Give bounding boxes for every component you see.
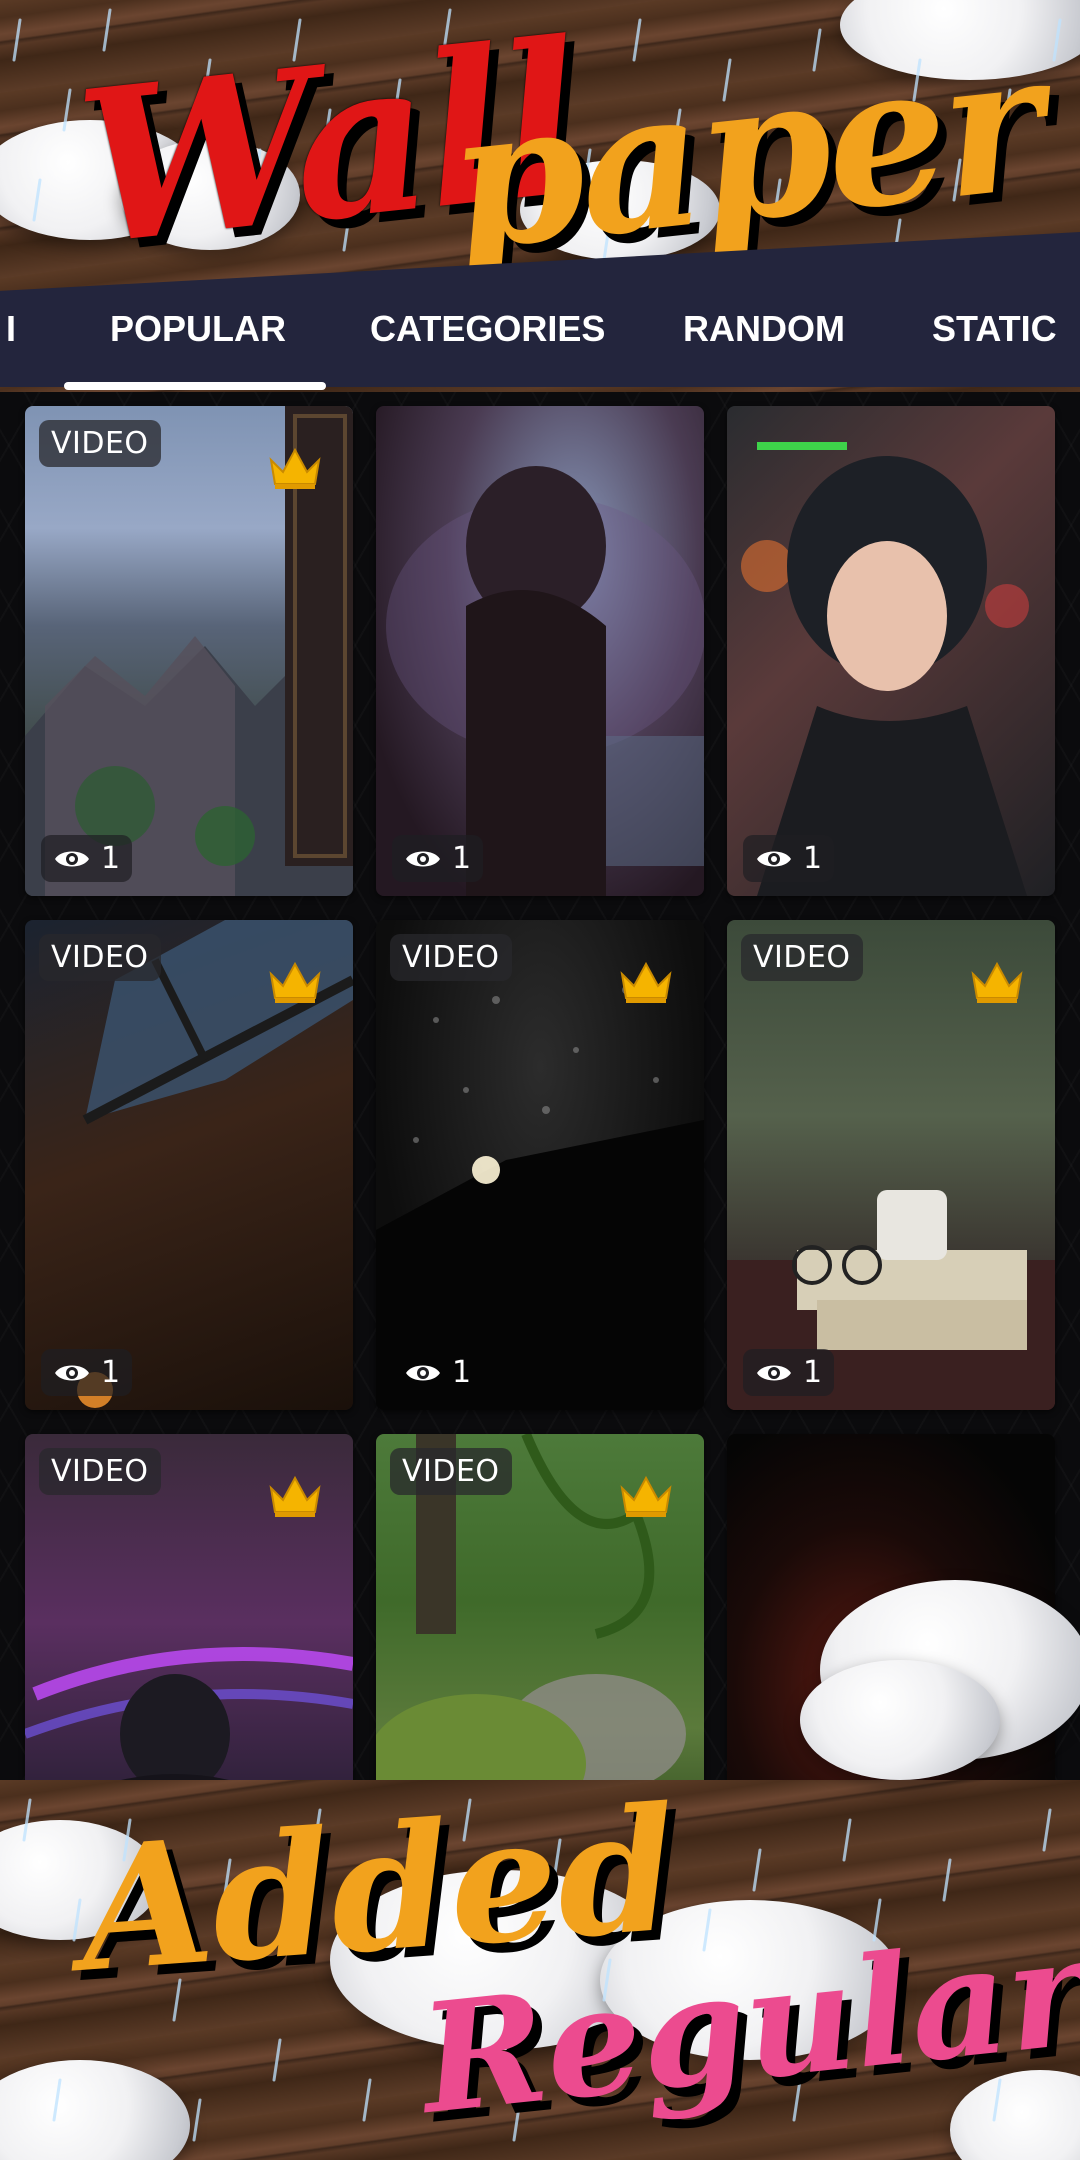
view-count: 1: [743, 1349, 835, 1396]
tab-bar: I POPULAR CATEGORIES RANDOM STATIC: [0, 298, 1080, 390]
eye-icon: [757, 851, 791, 866]
tab-categories[interactable]: CATEGORIES: [370, 308, 605, 350]
wallpaper-card[interactable]: VIDEO 1: [25, 920, 353, 1410]
view-count-value: 1: [452, 841, 472, 876]
thumbnail-art: [741, 442, 1029, 896]
wallpaper-card[interactable]: 1: [727, 406, 1055, 896]
eye-icon: [55, 1365, 89, 1380]
crown-icon: [269, 447, 321, 489]
wallpaper-card[interactable]: VIDEO 1: [25, 406, 353, 896]
eye-icon: [406, 1365, 440, 1380]
video-badge: VIDEO: [39, 934, 161, 981]
thumbnail-art: [386, 466, 704, 896]
tab-static[interactable]: STATIC: [932, 308, 1057, 350]
view-count-value: 1: [452, 1355, 472, 1390]
view-count: 1: [41, 835, 133, 882]
crown-icon: [620, 1475, 672, 1517]
tab-partial[interactable]: I: [6, 308, 16, 350]
wallpaper-card[interactable]: VIDEO 1: [727, 920, 1055, 1410]
crown-icon: [971, 961, 1023, 1003]
eye-icon: [55, 851, 89, 866]
view-count-value: 1: [803, 1355, 823, 1390]
video-badge: VIDEO: [39, 420, 161, 467]
view-count: 1: [41, 1349, 133, 1396]
eye-icon: [406, 851, 440, 866]
view-count: 1: [743, 835, 835, 882]
view-count: 1: [392, 835, 484, 882]
tab-popular[interactable]: POPULAR: [110, 308, 286, 350]
view-count-value: 1: [101, 1355, 121, 1390]
view-count: 1: [392, 1349, 483, 1396]
view-count-value: 1: [101, 841, 121, 876]
tab-selected-indicator: [64, 382, 326, 390]
crown-icon: [269, 1475, 321, 1517]
wallpaper-grid: VIDEO 1 1 1 VIDEO 1 VIDEO 1 VIDEO 1 VIDE…: [0, 392, 1080, 1854]
video-badge: VIDEO: [39, 1448, 161, 1495]
view-count-value: 1: [803, 841, 823, 876]
crown-icon: [269, 961, 321, 1003]
crown-icon: [620, 961, 672, 1003]
wallpaper-card[interactable]: 1: [376, 406, 704, 896]
tab-random[interactable]: RANDOM: [683, 308, 845, 350]
video-badge: VIDEO: [390, 934, 512, 981]
cloud-decoration: [800, 1660, 1000, 1780]
video-badge: VIDEO: [390, 1448, 512, 1495]
video-badge: VIDEO: [741, 934, 863, 981]
wallpaper-card[interactable]: VIDEO 1: [376, 920, 704, 1410]
app-screen: Wall paper I POPULAR CATEGORIES RANDOM S…: [0, 0, 1080, 2160]
eye-icon: [757, 1365, 791, 1380]
